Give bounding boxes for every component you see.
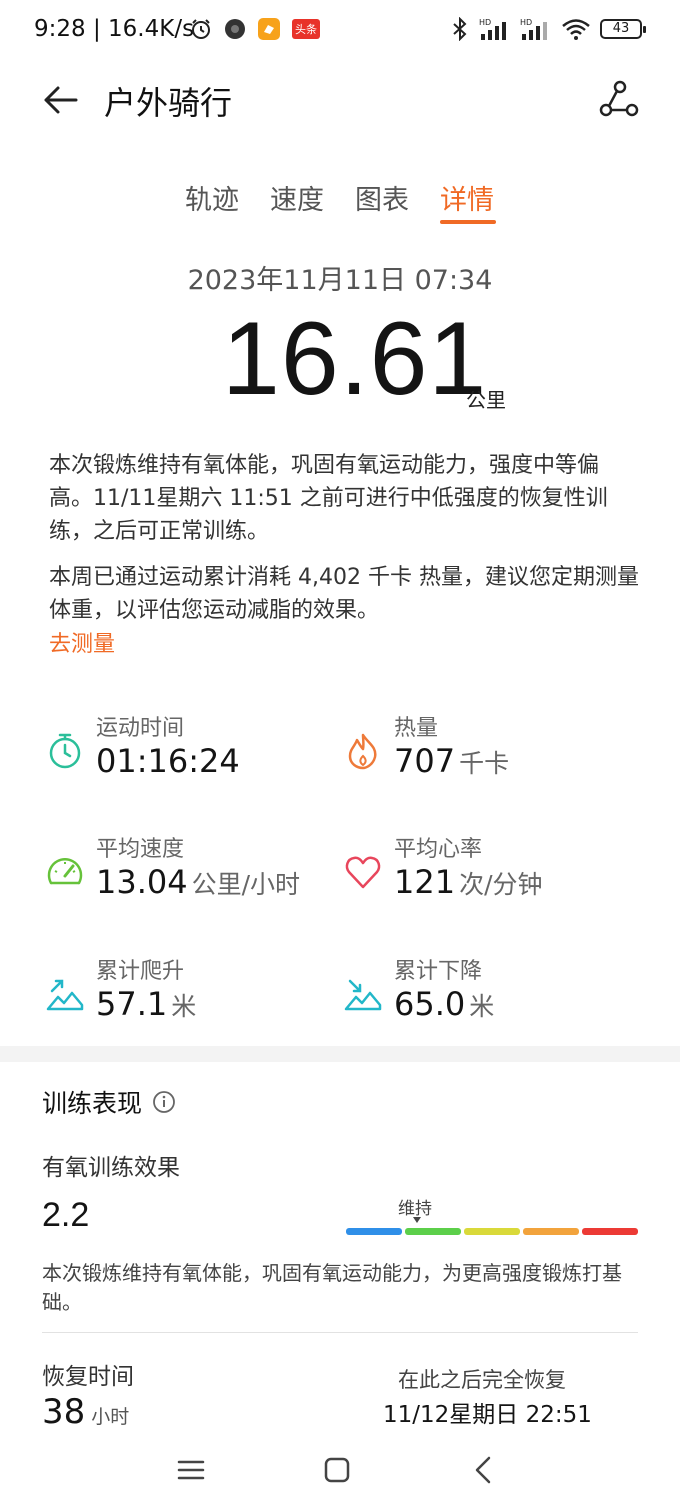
- stat-value: 121 次/分钟: [394, 863, 543, 901]
- stopwatch-icon: [49, 733, 81, 769]
- scale-segment: [464, 1228, 520, 1235]
- svg-text:HD: HD: [520, 18, 532, 27]
- aerobic-effect-description: 本次锻炼维持有氧体能，巩固有氧运动能力，为更高强度锻炼打基础。: [42, 1261, 622, 1314]
- go-measure-link[interactable]: 去测量: [49, 626, 115, 658]
- toutiao-badge: 头条: [292, 19, 320, 39]
- aerobic-effect-label: 有氧训练效果: [42, 1155, 180, 1181]
- speedometer-icon: [47, 858, 83, 885]
- stat-value: 01:16:24: [96, 742, 240, 780]
- section-divider: [0, 1046, 680, 1062]
- section-title: 训练表现: [42, 1089, 143, 1118]
- tab-active-indicator: [440, 220, 496, 224]
- heart-icon: [345, 856, 381, 889]
- stat-value: 707 千卡: [394, 742, 510, 780]
- battery-indicator: 43: [600, 19, 646, 39]
- stat-label: 累计爬升: [96, 959, 185, 984]
- back-nav-icon[interactable]: [468, 1454, 500, 1486]
- home-icon[interactable]: [321, 1454, 353, 1486]
- signal-icon-2: HD: [520, 18, 547, 40]
- stat-label: 累计下降: [394, 959, 483, 984]
- app-bar: 户外骑行: [0, 62, 680, 138]
- workout-summary-text: 本次锻炼维持有氧体能，巩固有氧运动能力，强度中等偏高。11/11星期六 11:5…: [49, 453, 608, 544]
- workout-datetime: 2023年11月11日 07:34: [187, 265, 493, 296]
- tab-charts[interactable]: 图表: [355, 178, 409, 217]
- page-title: 户外骑行: [104, 84, 233, 122]
- divider-line: [42, 1332, 638, 1333]
- full-recovery-label: 在此之后完全恢复: [398, 1368, 566, 1392]
- stat-label: 热量: [394, 716, 439, 741]
- recovery-time-value: 38 小时: [42, 1392, 130, 1432]
- distance-value: 16.61: [222, 301, 488, 417]
- status-left-icons: 头条: [190, 18, 320, 40]
- tab-details[interactable]: 详情: [440, 178, 494, 217]
- scale-segment: [405, 1228, 461, 1235]
- stat-value: 65.0 米: [394, 985, 495, 1023]
- status-right-icons: HD HD 43: [450, 17, 646, 41]
- bluetooth-icon: [453, 17, 467, 41]
- stat-label: 平均速度: [96, 837, 185, 862]
- full-recovery-time: 11/12星期日 22:51: [383, 1402, 592, 1428]
- status-time: 9:28 | 16.4K/s: [34, 16, 195, 42]
- tab-track[interactable]: 轨迹: [185, 178, 239, 217]
- training-performance-header: 训练表现: [42, 1084, 176, 1120]
- scale-segment: [346, 1228, 402, 1235]
- camera-app-icon: [225, 19, 245, 39]
- route-share-icon[interactable]: [598, 80, 640, 120]
- climb-icon: [46, 979, 84, 1011]
- descent-icon: [344, 979, 382, 1011]
- weekly-calorie-text: 本周已通过运动累计消耗 4,402 千卡 热量，建议您定期测量体重，以评估您运动…: [49, 565, 639, 623]
- distance-unit: 公里: [466, 388, 506, 412]
- app-badge-icon: [258, 18, 280, 40]
- status-bar: 9:28 | 16.4K/s 头条 HD HD 43: [0, 0, 680, 62]
- stat-label: 平均心率: [394, 837, 483, 862]
- signal-icon: HD: [479, 18, 506, 40]
- back-arrow-icon[interactable]: [40, 80, 80, 120]
- tab-bar: 轨迹 速度 图表 详情: [0, 172, 680, 232]
- scale-level-label: 维持: [398, 1199, 432, 1219]
- scale-segment: [582, 1228, 638, 1235]
- info-icon[interactable]: [152, 1090, 176, 1114]
- system-nav-bar: [0, 1440, 680, 1511]
- menu-icon[interactable]: [175, 1454, 207, 1486]
- stat-value: 57.1 米: [96, 985, 197, 1023]
- flame-icon: [348, 733, 377, 770]
- tab-speed[interactable]: 速度: [270, 178, 324, 217]
- alarm-icon: [192, 19, 210, 39]
- aerobic-scale-bar: [346, 1228, 638, 1235]
- aerobic-effect-value: 2.2: [42, 1196, 90, 1234]
- scale-segment: [523, 1228, 579, 1235]
- svg-text:HD: HD: [479, 18, 491, 27]
- scale-marker: [413, 1217, 421, 1223]
- wifi-icon: [562, 19, 590, 40]
- stat-value: 13.04 公里/小时: [96, 863, 301, 901]
- recovery-time-label: 恢复时间: [42, 1364, 134, 1390]
- stat-label: 运动时间: [96, 716, 185, 741]
